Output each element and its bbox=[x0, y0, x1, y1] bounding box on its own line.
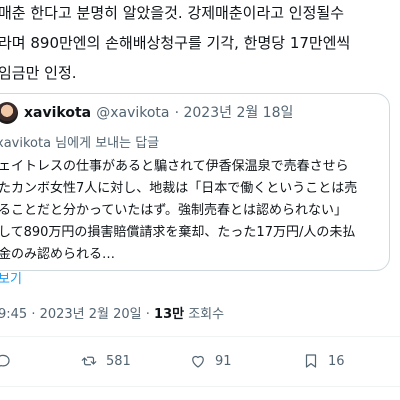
author-handle[interactable]: @xavikota bbox=[96, 105, 169, 121]
retweet-icon bbox=[81, 356, 97, 366]
post-date: · 2023년 2월 18일 bbox=[174, 105, 294, 121]
tweet-timestamp[interactable]: 9:45 · 2023년 2월 20일 · bbox=[0, 307, 154, 322]
divider bbox=[0, 386, 400, 387]
like-button[interactable]: 91 bbox=[189, 352, 232, 370]
quoted-text-line: して890万円の損害賠償請求を棄却、たった17万円/人の未払 bbox=[0, 225, 356, 240]
divider bbox=[0, 336, 400, 337]
reply-button[interactable] bbox=[0, 352, 20, 370]
retweet-button[interactable]: 581 bbox=[80, 352, 131, 370]
tweet-text-line-1: 매춘 한다고 분명히 알았을것. 강제매춘이라고 인정될수 bbox=[0, 4, 345, 22]
author-name[interactable]: xavikota bbox=[24, 105, 91, 121]
views-label: 조회수 bbox=[184, 307, 225, 322]
quoted-tweet-header: xavikota @xavikota · 2023년 2월 18일 bbox=[24, 102, 293, 122]
quoted-text-line: たカンボ女性7人に対し、地裁は「日本で働くということは売 bbox=[0, 181, 358, 196]
quoted-text-line: ェイトレスの仕事があると騙されて伊香保温泉で売春させら bbox=[0, 159, 349, 174]
show-more-link[interactable]: 보기 bbox=[0, 268, 22, 287]
retweet-count: 581 bbox=[106, 353, 131, 369]
bookmark-count: 16 bbox=[328, 353, 345, 369]
heart-icon bbox=[192, 355, 204, 368]
reply-icon bbox=[0, 354, 10, 367]
like-count: 91 bbox=[215, 353, 232, 369]
quoted-text-line: 金のみ認められる… bbox=[0, 247, 116, 262]
tweet-text-line-2: 라며 890만엔의 손해배상청구를 기각, 한명당 17만엔씩 bbox=[0, 34, 351, 52]
bookmark-icon bbox=[305, 354, 317, 368]
quoted-text-line: ることだと分かっていたはず。強制売春とは認められない」 bbox=[0, 203, 348, 218]
bookmark-button[interactable]: 16 bbox=[302, 352, 345, 370]
views-count: 13만 bbox=[154, 307, 185, 322]
tweet-text-line-3: 임금만 인정. bbox=[0, 64, 77, 82]
reply-to-label[interactable]: xavikota 님에게 보내는 답글 bbox=[0, 132, 159, 151]
tweet-meta: 9:45 · 2023년 2월 20일 · 13만 조회수 bbox=[0, 303, 224, 322]
